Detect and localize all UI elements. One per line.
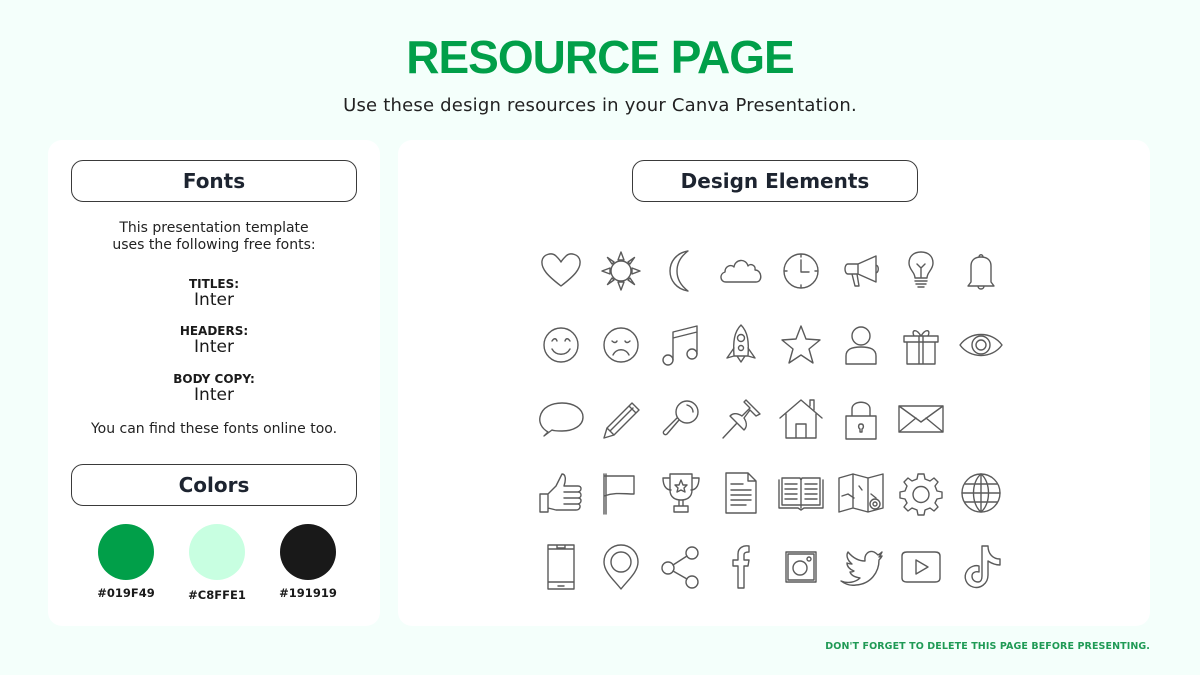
design-elements-card: Design Elements: [398, 140, 1150, 626]
fonts-intro-line-2: uses the following free fonts:: [112, 237, 316, 253]
cloud-icon[interactable]: [718, 248, 764, 294]
megaphone-icon[interactable]: [838, 248, 884, 294]
moon-icon[interactable]: [658, 248, 704, 294]
font-name: Inter: [194, 337, 234, 357]
document-icon[interactable]: [718, 470, 764, 516]
page-subtitle: Use these design resources in your Canva…: [343, 95, 857, 116]
gift-icon[interactable]: [898, 322, 944, 368]
design-elements-heading: Design Elements: [632, 160, 918, 202]
magnifier-icon[interactable]: [658, 396, 704, 442]
house-icon[interactable]: [778, 396, 824, 442]
smartphone-icon[interactable]: [538, 544, 584, 590]
flag-icon[interactable]: [598, 470, 644, 516]
footer-reminder: DON'T FORGET TO DELETE THIS PAGE BEFORE …: [825, 641, 1150, 652]
thumbs-up-icon[interactable]: [538, 470, 584, 516]
padlock-icon[interactable]: [838, 396, 884, 442]
icon-grid: [538, 234, 1018, 604]
color-swatch-green: [98, 524, 154, 580]
fonts-intro: This presentation template uses the foll…: [48, 220, 380, 254]
color-swatch-black: [280, 524, 336, 580]
font-entry-body: BODY COPY: Inter: [48, 373, 380, 405]
bell-icon[interactable]: [958, 248, 1004, 294]
eye-icon[interactable]: [958, 322, 1004, 368]
globe-icon[interactable]: [958, 470, 1004, 516]
smile-face-icon[interactable]: [538, 322, 584, 368]
gear-icon[interactable]: [898, 470, 944, 516]
color-swatch-label: #C8FFE1: [188, 588, 246, 602]
font-name: Inter: [194, 290, 234, 310]
lightbulb-icon[interactable]: [898, 248, 944, 294]
user-icon[interactable]: [838, 322, 884, 368]
font-entry-headers: HEADERS: Inter: [48, 325, 380, 357]
open-book-icon[interactable]: [778, 470, 824, 516]
fonts-intro-line-1: This presentation template: [119, 220, 309, 236]
fonts-note: You can find these fonts online too.: [90, 421, 338, 437]
instagram-icon[interactable]: [778, 544, 824, 590]
trophy-icon[interactable]: [658, 470, 704, 516]
font-name: Inter: [194, 385, 234, 405]
star-icon[interactable]: [778, 322, 824, 368]
colors-heading: Colors: [71, 464, 357, 506]
fonts-heading: Fonts: [71, 160, 357, 202]
fonts-colors-card: Fonts This presentation template uses th…: [48, 140, 380, 626]
location-pin-icon[interactable]: [598, 544, 644, 590]
sun-icon[interactable]: [598, 248, 644, 294]
clock-icon[interactable]: [778, 248, 824, 294]
youtube-icon[interactable]: [898, 544, 944, 590]
share-icon[interactable]: [658, 544, 704, 590]
heart-icon[interactable]: [538, 248, 584, 294]
map-icon[interactable]: [838, 470, 884, 516]
pencil-icon[interactable]: [598, 396, 644, 442]
envelope-icon[interactable]: [898, 396, 944, 442]
pushpin-icon[interactable]: [718, 396, 764, 442]
twitter-icon[interactable]: [838, 544, 884, 590]
font-entry-titles: TITLES: Inter: [48, 278, 380, 310]
page-title: RESOURCE PAGE: [406, 31, 794, 83]
color-swatch-mint: [189, 524, 245, 580]
facebook-icon[interactable]: [718, 544, 764, 590]
rocket-icon[interactable]: [718, 322, 764, 368]
music-note-icon[interactable]: [658, 322, 704, 368]
sad-face-icon[interactable]: [598, 322, 644, 368]
speech-bubble-icon[interactable]: [538, 396, 584, 442]
tiktok-icon[interactable]: [958, 544, 1004, 590]
color-swatch-label: #019F49: [97, 586, 155, 600]
color-swatch-label: #191919: [279, 586, 337, 600]
